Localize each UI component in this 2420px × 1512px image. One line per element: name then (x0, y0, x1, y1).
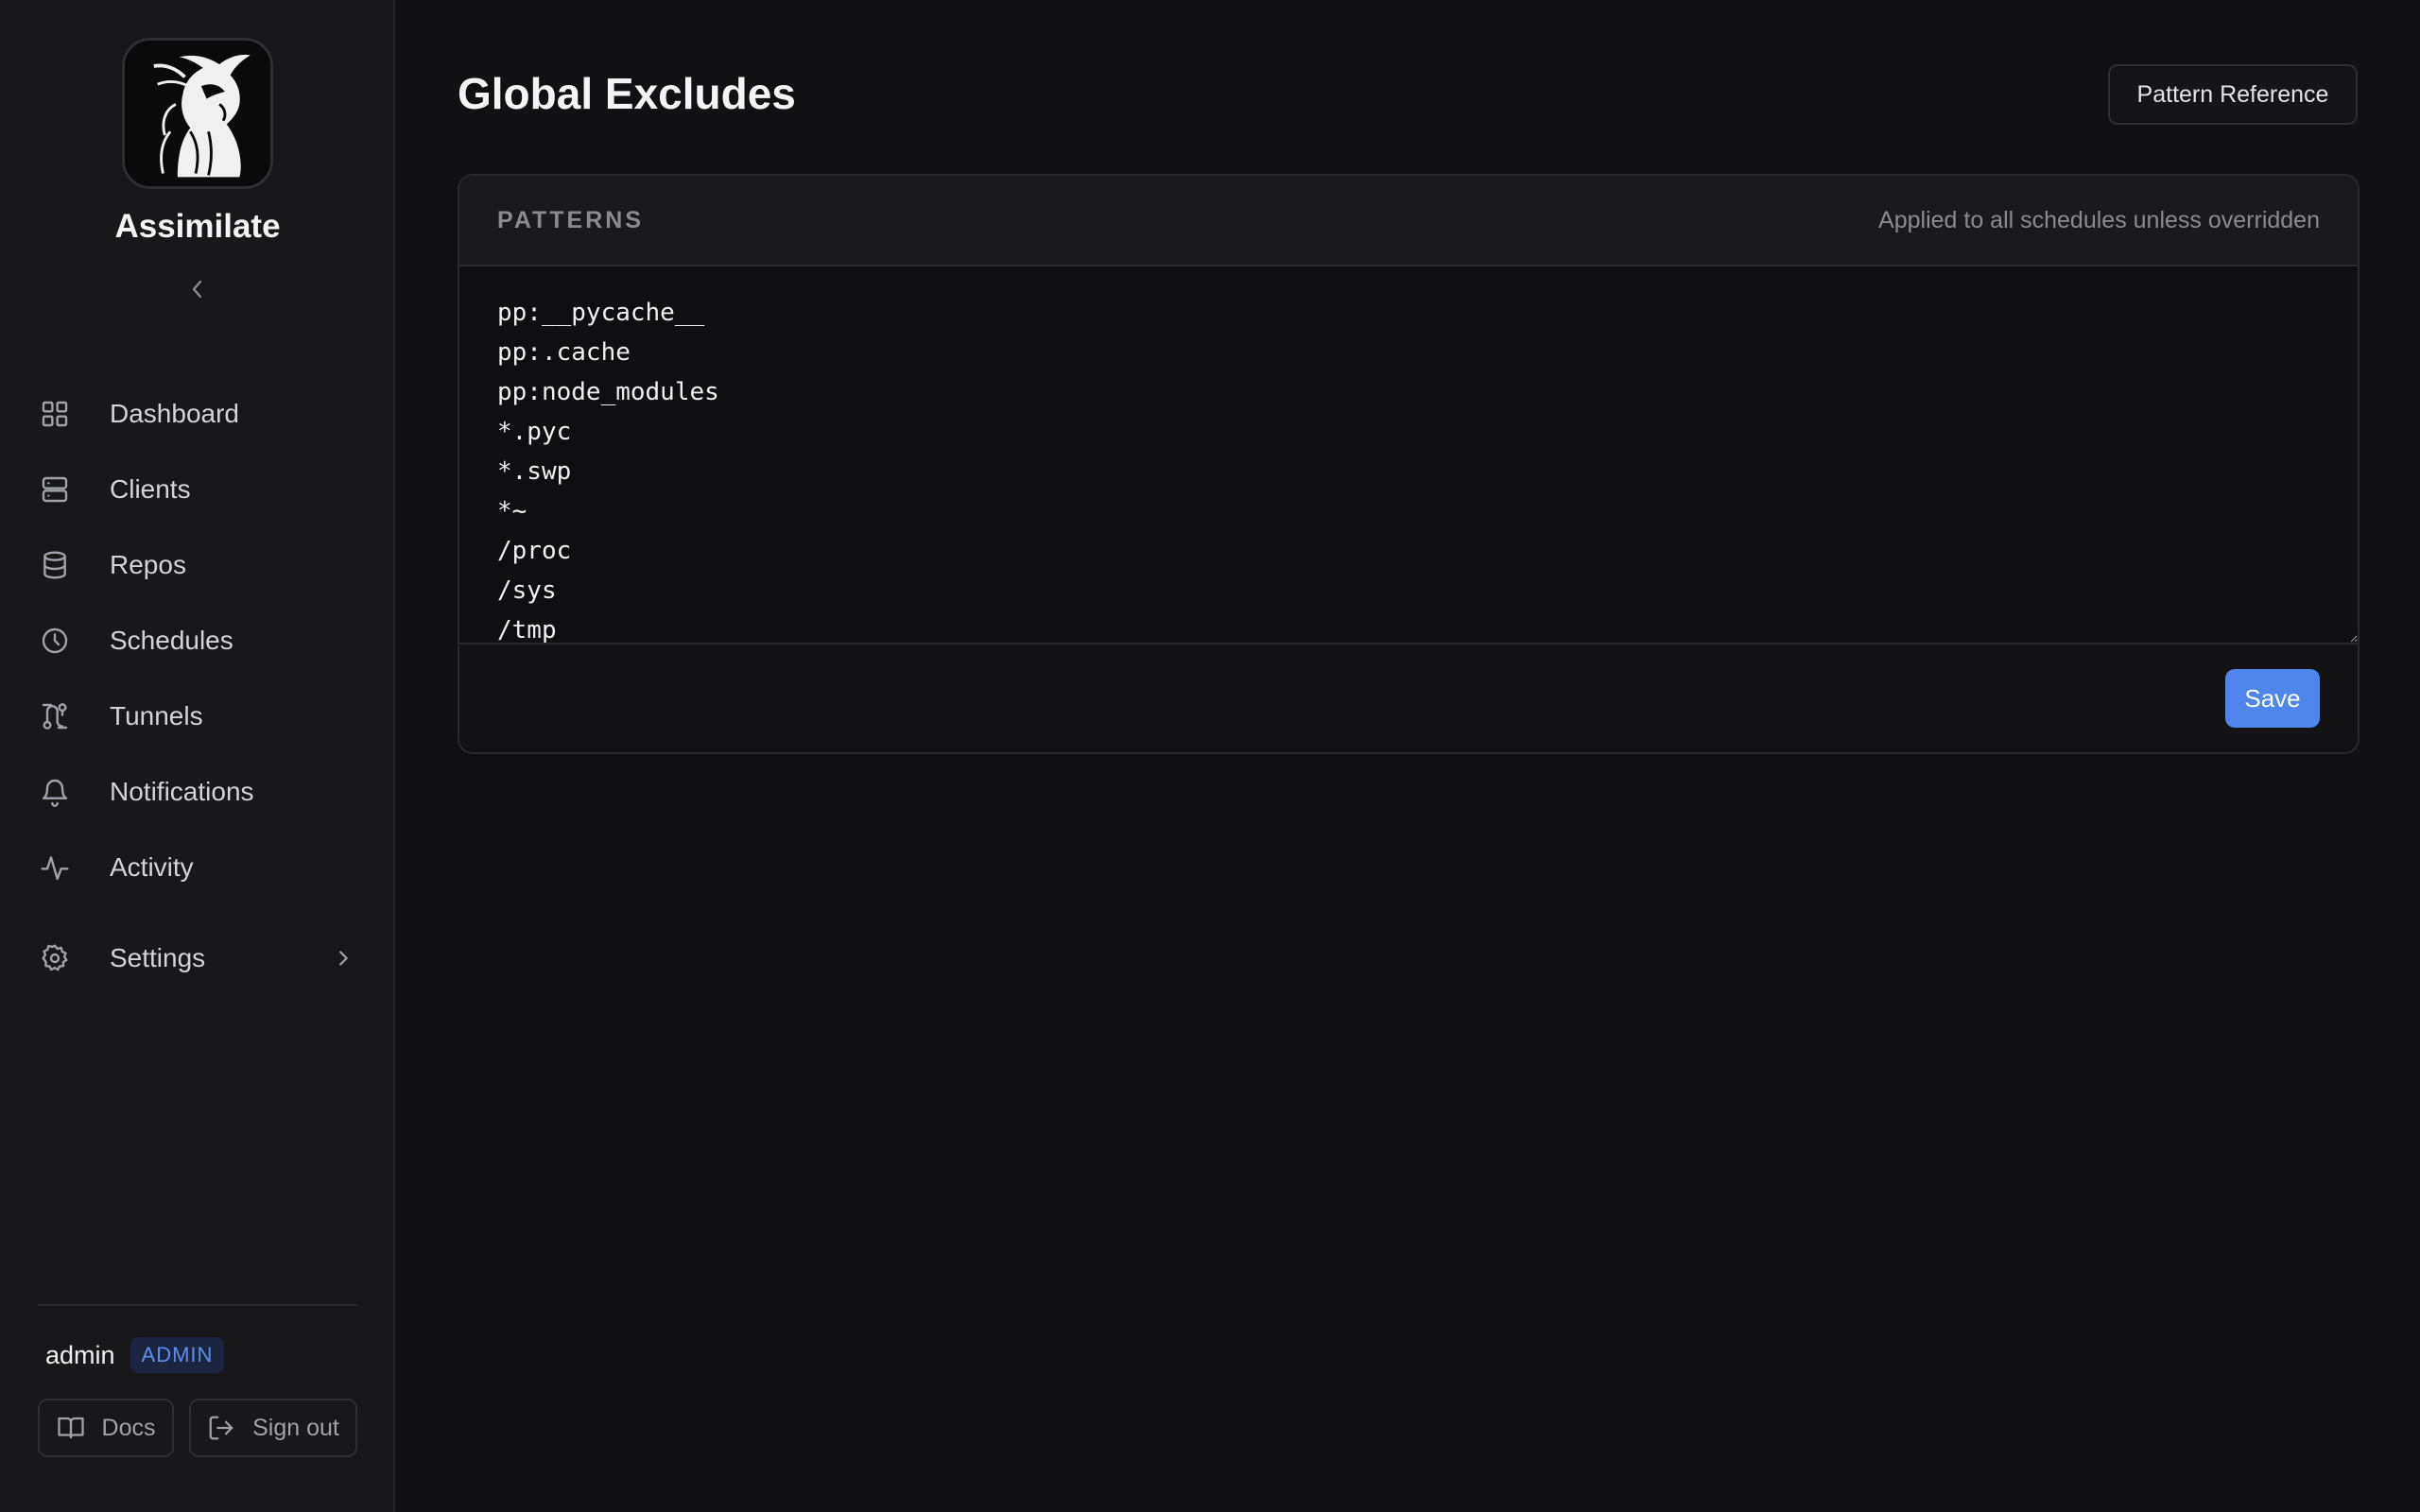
nav-item-tunnels[interactable]: Tunnels (38, 679, 359, 754)
sign-out-label: Sign out (252, 1414, 339, 1441)
route-icon (38, 699, 72, 733)
card-footer: Save (459, 644, 2358, 752)
bell-icon (38, 775, 72, 809)
patterns-hint: Applied to all schedules unless overridd… (1878, 206, 2320, 233)
page-title: Global Excludes (458, 69, 796, 118)
nav-label: Activity (110, 852, 194, 882)
activity-icon (38, 850, 72, 885)
nav-item-dashboard[interactable]: Dashboard (38, 376, 359, 452)
sign-out-button[interactable]: Sign out (189, 1399, 357, 1457)
logout-icon (209, 1416, 233, 1440)
sidebar: Assimilate Dashboard Clients Repos Sched… (0, 0, 395, 1512)
grid-icon (38, 397, 72, 431)
nav-label: Tunnels (110, 701, 203, 730)
collapse-sidebar-button[interactable] (183, 272, 212, 306)
app-logo (122, 38, 273, 189)
role-badge: ADMIN (130, 1337, 225, 1373)
user-name: admin (45, 1340, 115, 1369)
nav-label: Dashboard (110, 399, 239, 428)
nav-label: Schedules (110, 626, 233, 655)
sidebar-divider (38, 1304, 357, 1306)
chevron-right-icon (333, 948, 354, 969)
main-nav: Dashboard Clients Repos Schedules Tunnel… (38, 376, 359, 996)
nav-item-schedules[interactable]: Schedules (38, 603, 359, 679)
patterns-label: PATTERNS (497, 206, 645, 233)
docs-label: Docs (101, 1414, 156, 1441)
nav-item-activity[interactable]: Activity (38, 830, 359, 905)
nav-label: Settings (110, 943, 206, 972)
card-header: PATTERNS Applied to all schedules unless… (459, 176, 2358, 266)
pattern-reference-button[interactable]: Pattern Reference (2108, 64, 2358, 125)
nav-item-notifications[interactable]: Notifications (38, 754, 359, 830)
book-icon (57, 1417, 84, 1439)
clock-icon (38, 624, 72, 658)
nav-label: Notifications (110, 777, 254, 806)
app-root: Assimilate Dashboard Clients Repos Sched… (0, 0, 2420, 1512)
app-name: Assimilate (114, 208, 281, 245)
database-icon (38, 548, 72, 582)
nav-item-settings[interactable]: Settings (38, 920, 359, 996)
nav-label: Repos (110, 550, 186, 579)
patterns-card: PATTERNS Applied to all schedules unless… (458, 174, 2360, 754)
main-content: Global Excludes Pattern Reference PATTER… (395, 0, 2420, 1512)
server-icon (38, 472, 72, 507)
chevron-left-icon (192, 280, 202, 299)
gear-icon (38, 941, 72, 975)
save-button[interactable]: Save (2225, 669, 2320, 728)
nav-item-repos[interactable]: Repos (38, 527, 359, 603)
patterns-editor[interactable]: pp:__pycache__ pp:.cache pp:node_modules… (459, 266, 2358, 644)
nav-label: Clients (110, 474, 191, 504)
user-info: admin ADMIN (45, 1336, 225, 1374)
nav-item-clients[interactable]: Clients (38, 452, 359, 527)
docs-button[interactable]: Docs (38, 1399, 174, 1457)
